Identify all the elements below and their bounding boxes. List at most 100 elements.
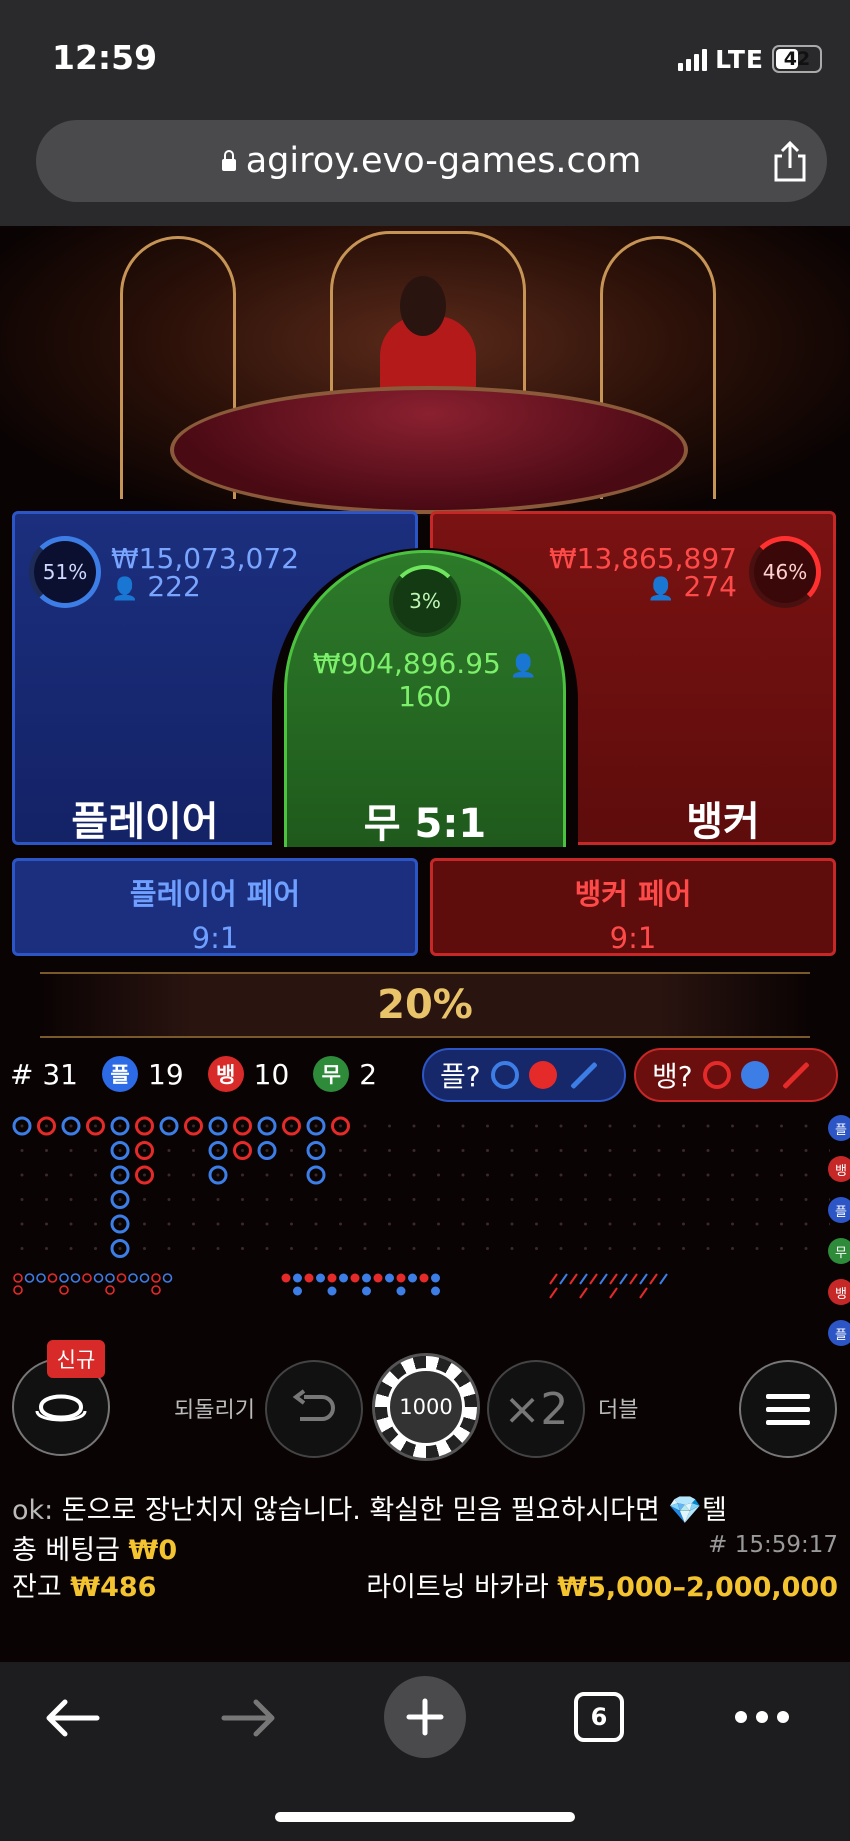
grid-dot xyxy=(241,1222,244,1226)
tie-label: 무 5:1 xyxy=(363,801,487,847)
side-chip: 플 xyxy=(828,1115,850,1141)
player-count-row: 👤 222 xyxy=(111,572,201,605)
grid-dot xyxy=(535,1124,538,1128)
player-badge: 플 xyxy=(102,1056,138,1092)
big-eye-mark xyxy=(47,1273,58,1283)
grid-dot xyxy=(731,1124,734,1128)
chip-selector[interactable]: 1000 xyxy=(375,1356,477,1458)
grid-dot xyxy=(339,1222,342,1226)
tie-bet-area[interactable]: 3% ₩904,896.95 👤 160 무 5:1 xyxy=(284,550,566,847)
grid-dot xyxy=(339,1173,342,1177)
big-eye-mark xyxy=(82,1273,92,1283)
plus-icon xyxy=(406,1698,444,1736)
share-icon[interactable] xyxy=(768,140,812,184)
double-symbol: ×2 xyxy=(503,1383,569,1435)
total-bet-value: ₩0 xyxy=(128,1535,178,1566)
grid-dot xyxy=(682,1173,685,1177)
grid-dot xyxy=(388,1149,391,1152)
grid-dot xyxy=(192,1149,195,1152)
grid-dot xyxy=(339,1124,342,1128)
grid-dot xyxy=(584,1198,587,1201)
road-history-column: 플뱅플무뱅플 xyxy=(828,1115,850,1361)
player-prediction-button[interactable]: 플? xyxy=(422,1048,626,1102)
balance-row: 잔고 ₩486 xyxy=(12,1565,156,1604)
small-road-mark xyxy=(362,1286,371,1296)
grid-dot xyxy=(608,1124,612,1128)
tabs-button[interactable]: 6 xyxy=(574,1692,624,1742)
grid-dot xyxy=(510,1247,514,1250)
chip-value: 1000 xyxy=(387,1368,465,1446)
double-label: 더블 xyxy=(598,1398,639,1423)
address-bar[interactable]: agiroy.evo-games.com xyxy=(36,120,827,202)
grid-dot xyxy=(559,1222,563,1226)
grid-dot xyxy=(167,1222,171,1226)
grid-dot xyxy=(412,1173,416,1177)
big-eye-mark xyxy=(105,1273,115,1283)
cockroach-mark xyxy=(599,1273,608,1285)
grid-dot xyxy=(461,1222,465,1226)
grid-dot xyxy=(94,1149,97,1152)
grid-dot xyxy=(118,1173,122,1177)
grid-dot xyxy=(437,1247,440,1250)
roadmap-scoreboard[interactable] xyxy=(0,1110,830,1346)
undo-button[interactable] xyxy=(265,1360,363,1458)
cockroach-mark xyxy=(609,1287,618,1299)
forward-arrow-icon[interactable] xyxy=(220,1698,276,1738)
grid-dot xyxy=(755,1124,759,1128)
grid-dot xyxy=(633,1173,636,1177)
grid-dot xyxy=(755,1247,759,1250)
grid-dot xyxy=(461,1247,465,1250)
person-icon: 👤 xyxy=(647,577,675,602)
big-eye-mark xyxy=(13,1285,23,1295)
grid-dot xyxy=(535,1149,538,1152)
player-pair-area[interactable]: 플레이어 페어 9:1 xyxy=(12,858,418,956)
cockroach-mark xyxy=(549,1273,558,1285)
grid-dot xyxy=(143,1247,146,1250)
tie-percent-ring: 3% xyxy=(389,565,461,637)
grid-dot xyxy=(682,1124,685,1128)
grid-dot xyxy=(682,1247,685,1250)
grid-dot xyxy=(535,1198,538,1201)
player-prediction-label: 플? xyxy=(440,1060,481,1093)
banker-pair-area[interactable]: 뱅커 페어 9:1 xyxy=(430,858,836,956)
grid-dot xyxy=(265,1124,269,1128)
tie-stats: ₩904,896.95 👤 160 xyxy=(287,649,563,712)
grid-dot xyxy=(388,1124,391,1128)
grid-dot xyxy=(486,1198,489,1201)
new-tab-button[interactable] xyxy=(384,1676,466,1758)
grid-dot xyxy=(437,1198,440,1201)
banker-win-count: 10 xyxy=(253,1057,290,1091)
game-id: # 15:59:17 xyxy=(708,1532,838,1558)
more-options-icon[interactable] xyxy=(734,1710,790,1724)
lock-icon xyxy=(221,150,236,171)
grid-dot xyxy=(20,1222,24,1226)
new-badge: 신규 xyxy=(47,1340,105,1378)
grid-dot xyxy=(314,1247,318,1250)
player-bettors: 222 xyxy=(147,570,201,603)
grid-dot xyxy=(412,1149,416,1152)
side-chip: 뱅 xyxy=(828,1156,850,1182)
double-button[interactable]: ×2 xyxy=(487,1360,585,1458)
total-bet-label: 총 베팅금 xyxy=(12,1535,120,1566)
big-eye-mark xyxy=(59,1273,69,1283)
grid-dot xyxy=(314,1198,318,1201)
signal-icon xyxy=(678,47,708,71)
player-win-count: 19 xyxy=(148,1057,184,1091)
grid-dot xyxy=(265,1198,269,1201)
grid-dot xyxy=(265,1149,269,1152)
small-road-mark xyxy=(293,1273,302,1283)
grid-dot xyxy=(804,1124,808,1128)
small-road-mark xyxy=(373,1273,383,1283)
small-road-mark xyxy=(327,1286,337,1296)
grid-dot xyxy=(559,1247,563,1250)
grid-dot xyxy=(461,1198,465,1201)
cockroach-mark xyxy=(609,1273,618,1285)
banker-prediction-button[interactable]: 뱅? xyxy=(634,1048,838,1102)
grid-dot xyxy=(216,1222,220,1226)
round-counts: # 31 플 19 뱅 10 무 2 xyxy=(10,1052,377,1096)
back-arrow-icon[interactable] xyxy=(45,1698,101,1738)
menu-button[interactable] xyxy=(739,1360,837,1458)
grid-dot xyxy=(216,1173,220,1177)
chat-user: ok: xyxy=(12,1495,54,1526)
grid-dot xyxy=(780,1247,783,1250)
